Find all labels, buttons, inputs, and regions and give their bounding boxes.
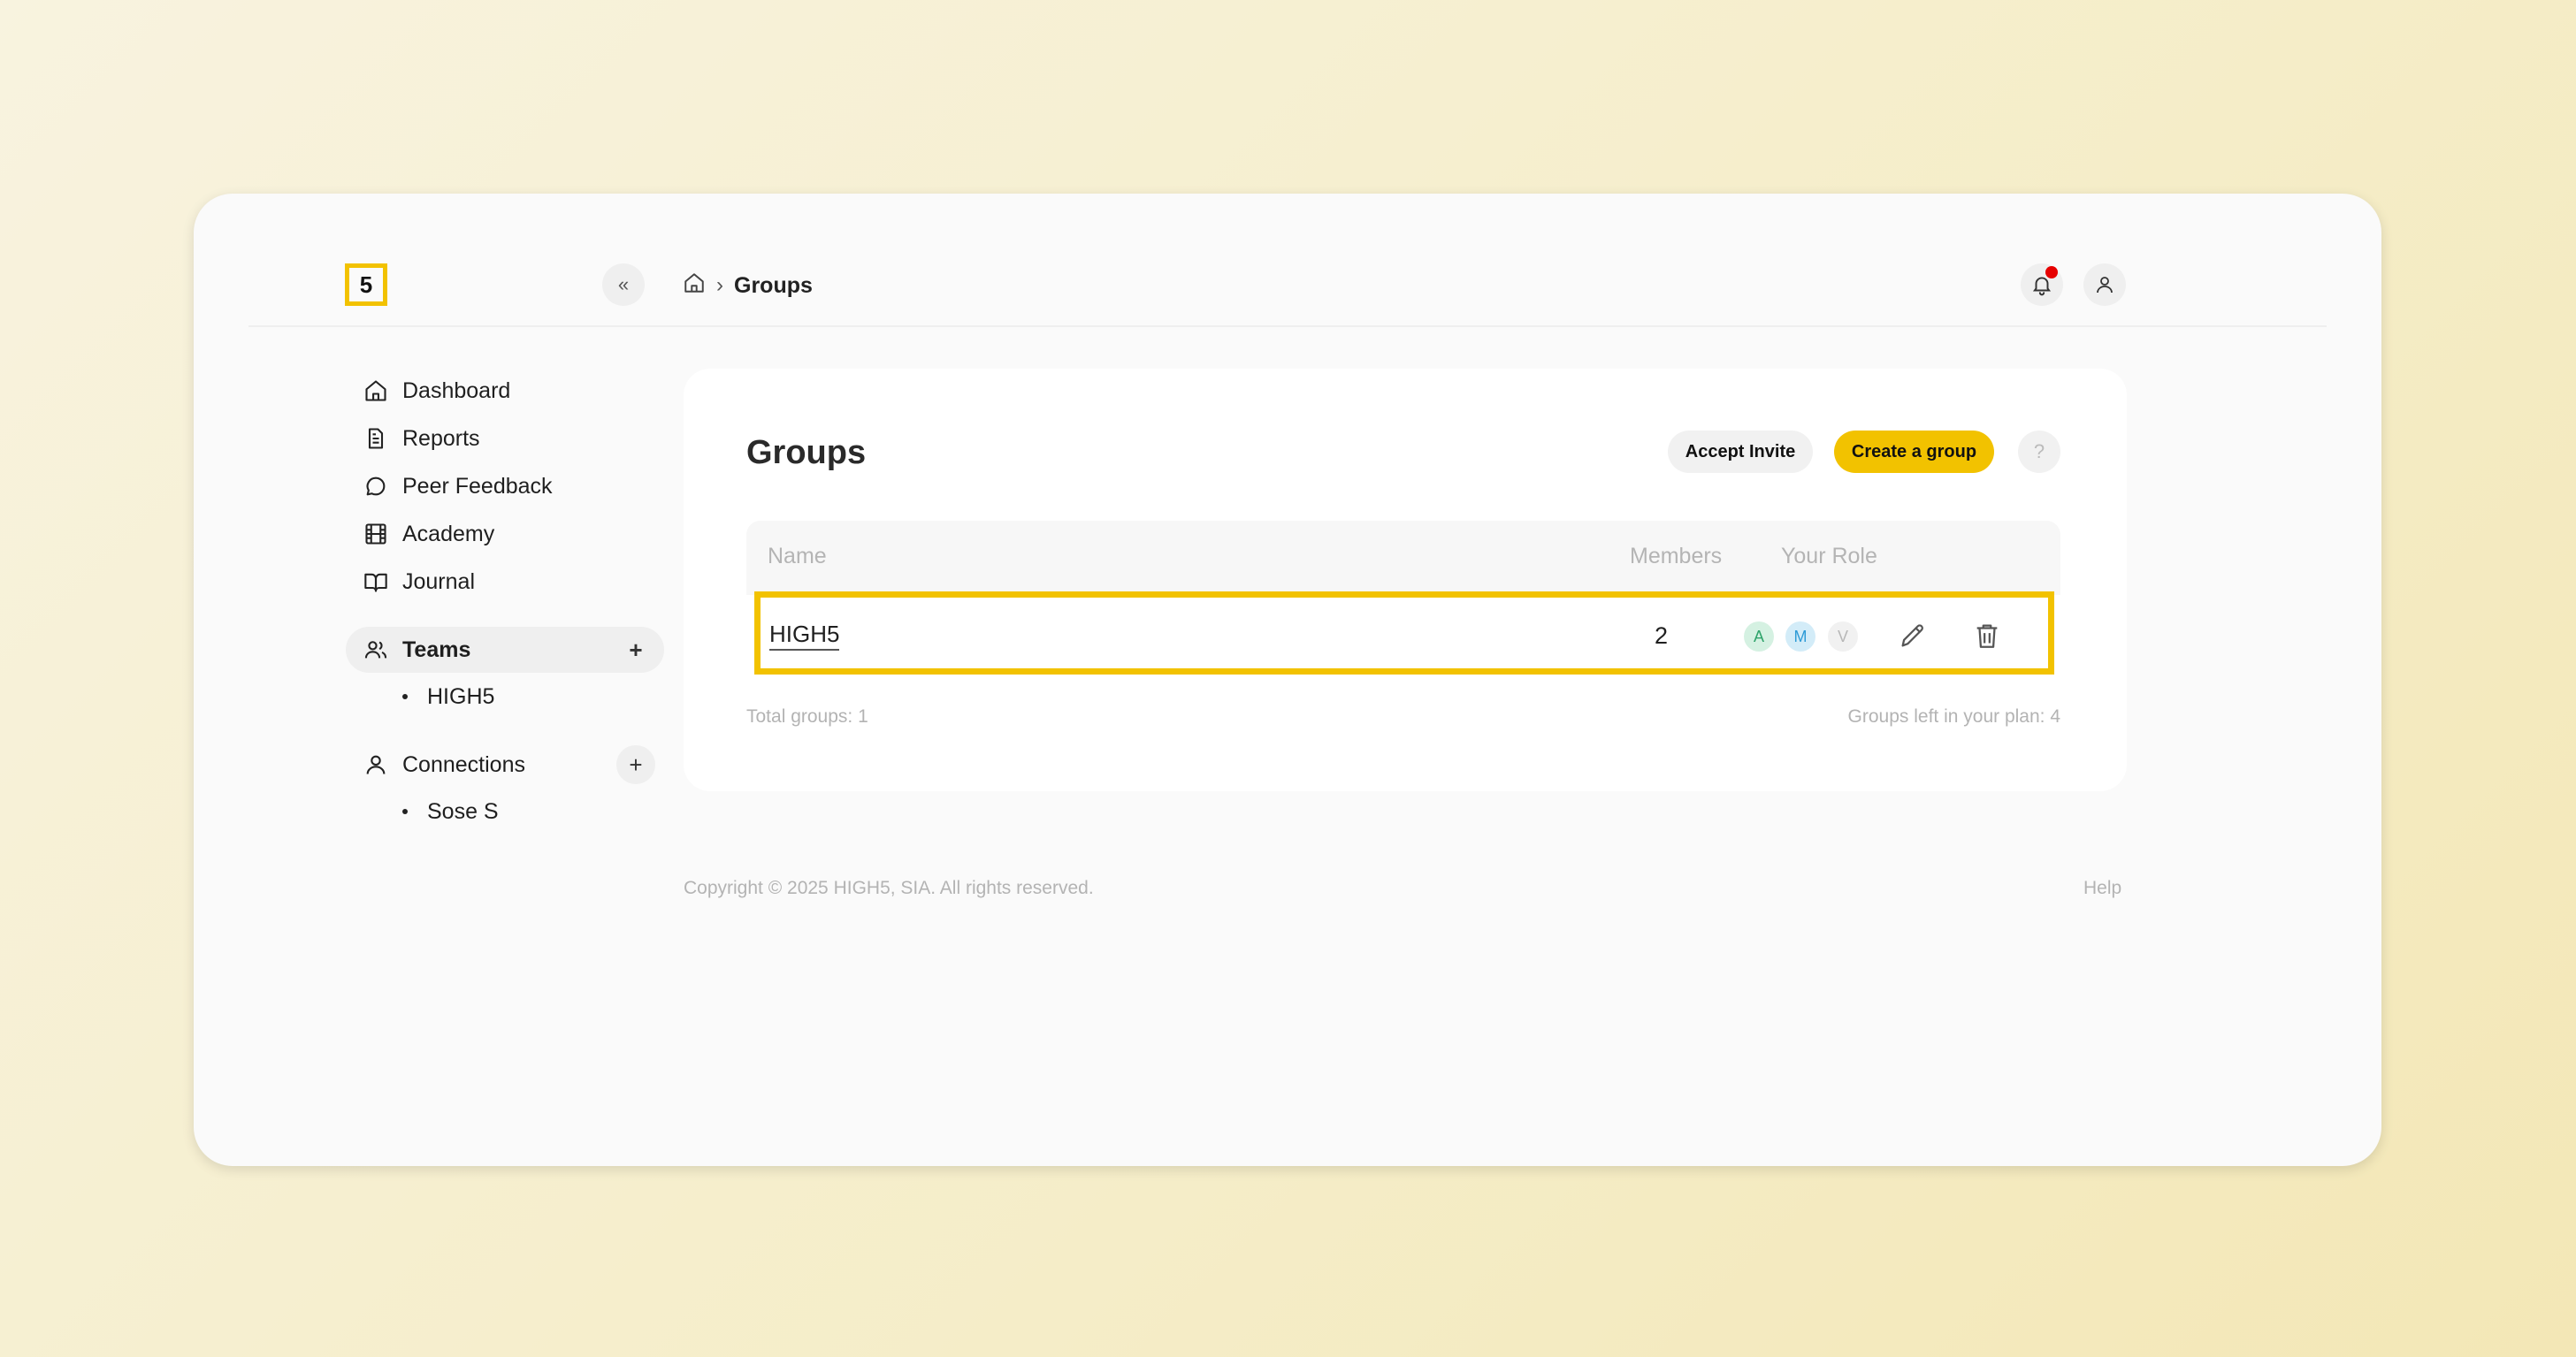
page-title: Groups: [746, 434, 867, 471]
column-header-role[interactable]: Your Role: [1781, 544, 1877, 569]
notification-dot: [2045, 266, 2058, 278]
sidebar-item-journal[interactable]: Journal: [346, 558, 664, 606]
role-badge-admin: A: [1744, 621, 1774, 652]
header-divider: [248, 325, 2327, 327]
user-icon: [366, 755, 386, 774]
help-button[interactable]: ?: [2018, 431, 2060, 473]
group-name-link[interactable]: HIGH5: [769, 621, 840, 651]
breadcrumb: › Groups: [683, 268, 813, 303]
table-row[interactable]: HIGH5 2 A M V: [754, 591, 2054, 675]
high5-logo[interactable]: 5: [345, 263, 387, 306]
user-icon: [2097, 277, 2113, 294]
sidebar-item-dashboard[interactable]: Dashboard: [346, 367, 664, 415]
sidebar-item-label: Academy: [402, 521, 495, 546]
trash-icon: [1976, 624, 1998, 648]
document-icon: [368, 428, 384, 449]
sidebar-item-label: Peer Feedback: [402, 473, 553, 499]
team-item-label: HIGH5: [427, 683, 495, 709]
users-icon: [364, 641, 387, 659]
help-link[interactable]: Help: [2083, 878, 2121, 899]
app-window: 5 « › Groups Dashboard Reports Peer Feed…: [194, 194, 2381, 1166]
connection-item-label: Sose S: [427, 798, 499, 824]
copyright-text: Copyright © 2025 HIGH5, SIA. All rights …: [684, 878, 1094, 898]
create-group-button[interactable]: Create a group: [1834, 431, 1994, 473]
home-icon: [365, 380, 386, 401]
column-header-members[interactable]: Members: [1630, 544, 1722, 569]
sidebar-item-reports[interactable]: Reports: [346, 415, 664, 462]
connection-item-sose-s[interactable]: Sose S: [346, 788, 664, 835]
sidebar-item-label: Journal: [402, 568, 475, 594]
members-count: 2: [1655, 622, 1669, 649]
role-badge-member: M: [1785, 621, 1815, 652]
groups-left-text: Groups left in your plan: 4: [1847, 706, 2060, 727]
groups-card: Groups Accept Invite Create a group ? Na…: [684, 369, 2127, 791]
question-mark-icon: ?: [2033, 440, 2045, 462]
add-team-button[interactable]: +: [616, 630, 655, 669]
sidebar-section-teams[interactable]: Teams +: [346, 627, 664, 673]
sidebar-item-academy[interactable]: Academy: [346, 510, 664, 558]
film-icon: [365, 523, 386, 545]
bullet: [402, 809, 408, 814]
connections-label: Connections: [402, 751, 525, 777]
pencil-icon: [1901, 624, 1923, 647]
role-badge-viewer: V: [1828, 621, 1858, 652]
book-icon: [364, 573, 387, 592]
teams-label: Teams: [402, 637, 471, 662]
table-header: Name Members Your Role: [746, 521, 2060, 595]
delete-group-button[interactable]: [1972, 621, 2002, 651]
chat-bubble-icon: [366, 476, 386, 496]
team-item-high5[interactable]: HIGH5: [346, 673, 664, 720]
profile-button[interactable]: [2083, 263, 2126, 306]
bullet: [402, 694, 408, 699]
sidebar-item-label: Reports: [402, 425, 480, 451]
breadcrumb-separator: ›: [716, 273, 723, 297]
breadcrumb-current: Groups: [734, 272, 813, 298]
total-groups-text: Total groups: 1: [746, 706, 868, 727]
notifications-button[interactable]: [2021, 263, 2063, 306]
sidebar: Dashboard Reports Peer Feedback Academy …: [346, 367, 664, 835]
double-chevron-left-icon: «: [617, 273, 630, 295]
collapse-sidebar-button[interactable]: «: [602, 263, 645, 306]
sidebar-item-peer-feedback[interactable]: Peer Feedback: [346, 462, 664, 510]
column-header-name[interactable]: Name: [768, 544, 827, 569]
sidebar-item-label: Dashboard: [402, 377, 511, 403]
sidebar-section-connections[interactable]: Connections +: [346, 742, 664, 788]
add-connection-button[interactable]: +: [616, 745, 655, 784]
edit-group-button[interactable]: [1898, 621, 1928, 651]
accept-invite-button[interactable]: Accept Invite: [1668, 431, 1813, 473]
home-icon[interactable]: [683, 271, 706, 301]
